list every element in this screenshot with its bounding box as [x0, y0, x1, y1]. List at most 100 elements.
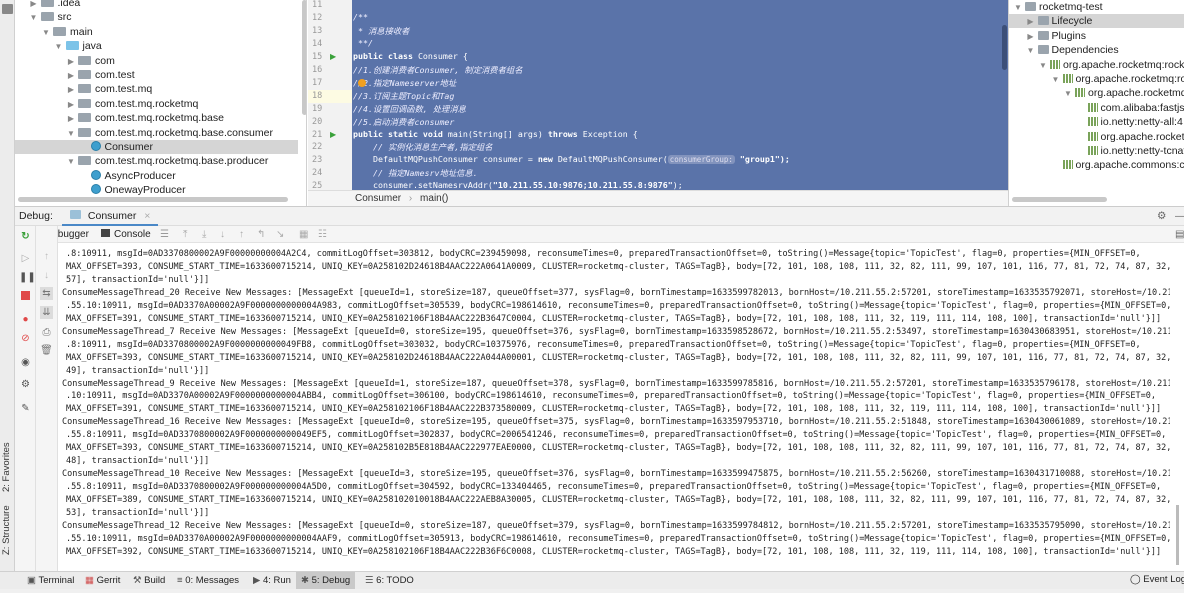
settings-icon[interactable]: ⚙ [19, 378, 32, 391]
tree-item[interactable]: ▶ com.test.mq [15, 82, 298, 96]
bottom-tab-todo[interactable]: ☰ 6: TODO [360, 572, 419, 589]
tree-item[interactable]: ▶ com [15, 54, 298, 68]
tree-item[interactable]: AsyncProducer [15, 169, 298, 183]
step-out-icon[interactable]: ↑ [239, 226, 244, 243]
maven-tree-item[interactable]: ▶ Plugins [1009, 29, 1184, 43]
bottom-tab-debug[interactable]: ✱ 5: Debug [296, 572, 356, 589]
project-horizontal-scrollbar[interactable] [18, 197, 288, 202]
evaluate-expression-icon[interactable]: ▦ [299, 226, 308, 243]
minimize-icon[interactable]: — [1175, 207, 1184, 226]
chevron-down-icon[interactable]: ▼ [1013, 1, 1023, 15]
event-log-button[interactable]: ◯ Event Log [1130, 574, 1184, 585]
bottom-tab-messages[interactable]: ≡ 0: Messages [172, 572, 244, 589]
chevron-right-icon[interactable]: ▶ [1026, 30, 1036, 44]
gear-icon[interactable]: ⚙ [1157, 207, 1166, 226]
drop-frame-icon[interactable]: ↰ [257, 226, 265, 243]
chevron-right-icon[interactable]: ▶ [66, 83, 76, 97]
pin-icon[interactable]: ✎ [19, 402, 32, 415]
project-vertical-scrollbar[interactable] [302, 0, 306, 115]
maven-tree-item[interactable]: ▼ org.apache.rocketmq:rocketmq-remoting [1009, 86, 1184, 100]
tree-item[interactable]: ▶ .idea [15, 0, 298, 10]
bottom-tab-build[interactable]: ⚒ Build [128, 572, 170, 589]
maven-tree-item[interactable]: io.netty:netty-all:4 [1009, 115, 1184, 129]
tree-item[interactable]: OnewayProducer [15, 183, 298, 197]
tree-item[interactable]: ▼ src [15, 10, 298, 24]
chevron-right-icon[interactable]: ▶ [66, 55, 76, 69]
chevron-right-icon[interactable]: ▶ [29, 0, 39, 11]
view-breakpoints-icon[interactable]: ● [19, 313, 32, 326]
run-gutter-icon[interactable]: ▶ [330, 52, 336, 61]
bottom-tab-run[interactable]: ▶ 4: Run [248, 572, 296, 589]
mute-breakpoints-icon[interactable]: ⊘ [19, 332, 32, 345]
line-number: 19 [312, 103, 323, 114]
chevron-down-icon[interactable]: ▼ [1038, 59, 1048, 73]
tree-item[interactable]: ▼ main [15, 25, 298, 39]
tree-item[interactable]: ▼ com.test.mq.rocketmq.base.producer [15, 154, 298, 168]
chevron-down-icon[interactable]: ▼ [1026, 44, 1036, 58]
run-to-cursor-icon[interactable]: ↘ [276, 226, 284, 243]
resume-icon[interactable]: ▷ [19, 252, 32, 265]
menu-icon[interactable]: ☰ [160, 226, 169, 243]
layout-icon[interactable]: ▤ [1175, 226, 1184, 243]
code-area[interactable]: /** * 消息接收者 **/public class Consumer {//… [352, 0, 1008, 190]
chevron-down-icon[interactable]: ▼ [66, 155, 76, 169]
show-execution-point-icon[interactable]: ⤒ [183, 226, 187, 243]
chevron-right-icon[interactable]: ▶ [66, 112, 76, 126]
console-output[interactable]: .8:10911, msgId=0AD3370800002A9F00000000… [58, 243, 1170, 571]
bottom-tab-terminal[interactable]: ▣ Terminal [22, 572, 79, 589]
library-icon [1075, 88, 1085, 98]
soft-wrap-icon[interactable]: ⇆ [40, 287, 53, 300]
bottom-tab-gerrit[interactable]: ▦ Gerrit [80, 572, 125, 589]
stop-icon[interactable] [19, 291, 32, 304]
favorites-tab[interactable]: 2: Favorites [1, 442, 12, 492]
maven-tree-item[interactable]: ▼ org.apache.rocketmq:rocketmq-common [1009, 72, 1184, 86]
chevron-down-icon[interactable]: ▼ [66, 127, 76, 141]
step-over-icon[interactable]: ⤓ [202, 226, 206, 243]
tree-item[interactable]: ▶ com.test.mq.rocketmq [15, 97, 298, 111]
console-scrollbar[interactable] [1176, 505, 1179, 565]
tree-item[interactable]: ▼ com.test.mq.rocketmq.base.consumer [15, 126, 298, 140]
tree-item[interactable]: Consumer [15, 140, 298, 154]
maven-tree-item[interactable]: ▼ org.apache.rocketmq:rocketmq-client [1009, 58, 1184, 72]
print-icon[interactable]: ⎙ [40, 326, 53, 339]
maven-tree-item[interactable]: com.alibaba:fastjson [1009, 101, 1184, 115]
maven-tree-item[interactable]: org.apache.commons:commons-lang3 [1009, 158, 1184, 172]
chevron-right-icon[interactable]: ▶ [66, 69, 76, 83]
maven-tree-item[interactable]: io.netty:netty-tcnative [1009, 144, 1184, 158]
maven-tree-item[interactable]: ▶ Lifecycle [1009, 14, 1184, 29]
chevron-right-icon[interactable]: ▶ [66, 98, 76, 112]
chevron-down-icon[interactable]: ▼ [29, 11, 39, 25]
close-icon[interactable]: × [144, 210, 150, 222]
rerun-icon[interactable]: ↻ [19, 230, 32, 243]
camera-icon[interactable]: ◉ [19, 356, 32, 369]
run-gutter-icon[interactable]: ▶ [330, 130, 336, 139]
scroll-to-end-icon[interactable]: ⇊ [40, 306, 53, 319]
maven-tree-item[interactable]: ▼ Dependencies [1009, 43, 1184, 57]
intention-bulb-icon[interactable] [358, 78, 366, 87]
tree-item[interactable]: ▼ java [15, 39, 298, 53]
code-editor[interactable]: 11 12 13 14 15 ▶ 16 17 18 19 20 21 ▶ 22 23 24 25 /** * 消… [308, 0, 1008, 206]
maven-tree-item[interactable]: ▼ rocketmq-test [1009, 0, 1184, 14]
step-into-icon[interactable]: ↓ [220, 226, 225, 243]
chevron-down-icon[interactable]: ▼ [54, 40, 64, 54]
down-icon[interactable]: ↓ [40, 269, 53, 282]
chevron-right-icon[interactable]: ▶ [1026, 15, 1036, 29]
maven-horizontal-scrollbar[interactable] [1012, 197, 1107, 202]
console-tab[interactable]: Console [101, 226, 151, 243]
pause-icon[interactable]: ❚❚ [19, 271, 36, 284]
project-folder-icon[interactable] [2, 4, 13, 14]
tree-item[interactable]: ▶ com.test [15, 68, 298, 82]
up-icon[interactable]: ↑ [40, 250, 53, 263]
tree-item[interactable]: ▶ com.test.mq.rocketmq.base [15, 111, 298, 125]
trace-icon[interactable]: ☷ [318, 226, 327, 243]
chevron-down-icon[interactable]: ▼ [1063, 87, 1073, 101]
breadcrumb-method[interactable]: main() [420, 193, 448, 204]
structure-tab[interactable]: Z: Structure [1, 505, 12, 555]
maven-tree-item[interactable]: org.apache.rocketmq:rocketmq-logging [1009, 130, 1184, 144]
breadcrumb-class[interactable]: Consumer [355, 193, 401, 204]
trash-icon[interactable]: 🗑 [40, 344, 53, 357]
chevron-down-icon[interactable]: ▼ [1051, 73, 1061, 87]
debug-session-tab[interactable]: Consumer × [62, 207, 159, 226]
chevron-down-icon[interactable]: ▼ [41, 26, 51, 40]
editor-scrollbar[interactable] [1002, 25, 1007, 70]
